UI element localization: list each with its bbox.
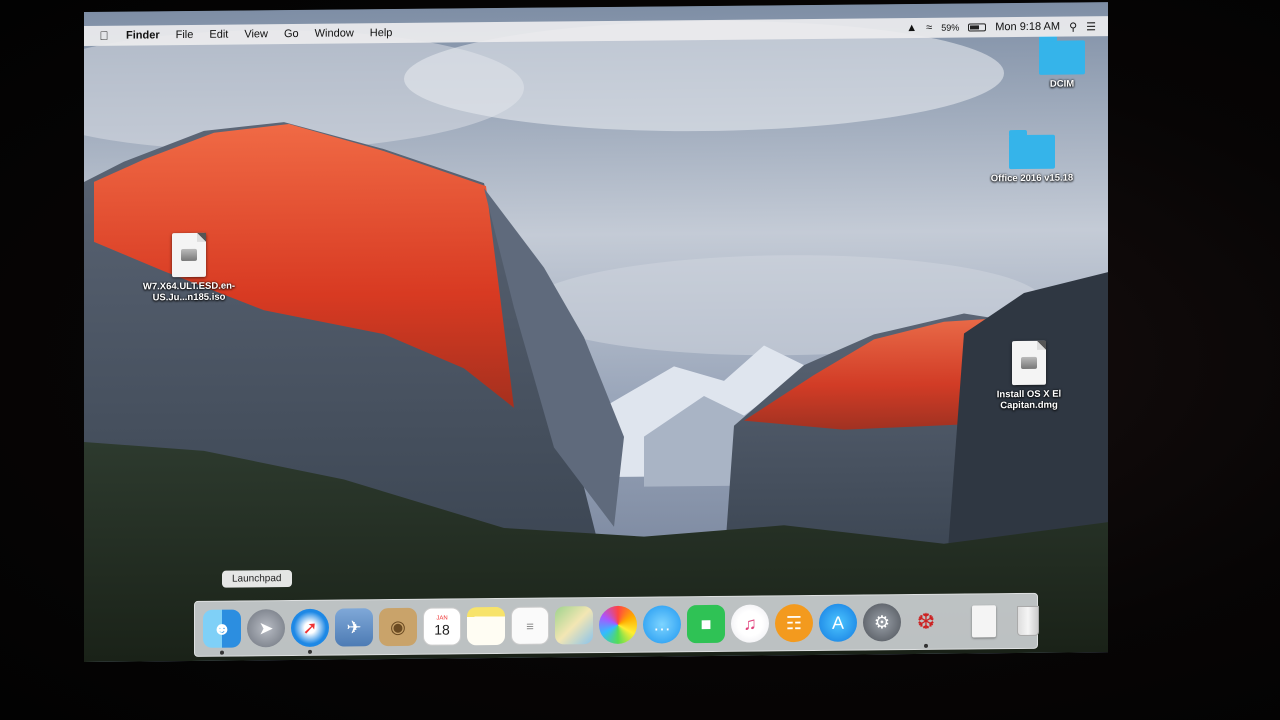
desktop-icon-office-2016[interactable]: Office 2016 v15.18 (977, 134, 1087, 184)
desktop-icon-install-el-capitan[interactable]: Install OS X El Capitan.dmg (974, 340, 1084, 411)
disk-image-icon (172, 232, 206, 278)
dock-tooltip: Launchpad (222, 570, 292, 588)
dock-safari-icon[interactable]: ➚ (291, 608, 329, 654)
menu-file[interactable]: File (168, 29, 202, 41)
dock-ibooks-icon[interactable]: ☶ (775, 604, 813, 643)
desktop-icon-label: DCIM (1049, 78, 1075, 90)
desktop-icon-label: Install OS X El Capitan.dmg (996, 388, 1062, 412)
folder-icon (1039, 40, 1085, 75)
calendar-day: 18 (434, 621, 450, 638)
dock-messages-icon[interactable]: … (643, 605, 681, 644)
dock-flash-installer-icon[interactable]: ❆ (907, 603, 945, 648)
dock-trash-icon[interactable] (1009, 602, 1047, 640)
wifi-icon[interactable]: ≈ (926, 22, 932, 34)
running-indicator (308, 649, 312, 654)
desktop-icon-dcim[interactable]: DCIM (1007, 40, 1108, 90)
dock-photo-browser-icon[interactable]: ✈ (335, 608, 373, 647)
desktop-icon-label: Office 2016 v15.18 (990, 172, 1074, 185)
menu-help[interactable]: Help (362, 27, 401, 39)
dock-photos-icon[interactable] (599, 605, 637, 645)
menu-edit[interactable]: Edit (201, 29, 236, 41)
airplay-icon[interactable]: ▲ (906, 22, 917, 34)
menu-app-finder[interactable]: Finder (118, 29, 168, 41)
running-indicator (924, 643, 928, 648)
menu-go[interactable]: Go (276, 28, 307, 40)
battery-percent: 59% (941, 22, 960, 33)
dock-itunes-icon[interactable]: ♫ (731, 604, 769, 643)
battery-icon[interactable] (968, 23, 987, 32)
dock-documents-icon[interactable] (965, 602, 1003, 640)
dock-finder-icon[interactable]: ☻ (203, 609, 241, 655)
apple-icon[interactable]:  (90, 29, 118, 43)
desktop-screen:  Finder File Edit View Go Window Help ▲… (84, 2, 1108, 663)
desktop-icon-windows-iso[interactable]: W7.X64.ULT.ESD.en-US.Ju...n185.iso (134, 232, 244, 303)
disk-image-icon (1012, 340, 1046, 386)
notification-center-icon[interactable]: ☰ (1086, 20, 1096, 33)
dock-facetime-icon[interactable]: ■ (687, 604, 725, 644)
dock-maps-icon[interactable] (555, 606, 593, 645)
dock-calendar-icon[interactable]: JAN 18 (423, 607, 461, 646)
desktop-icon-label: W7.X64.ULT.ESD.en-US.Ju...n185.iso (142, 280, 236, 304)
running-indicator (220, 650, 224, 655)
spotlight-search-icon[interactable]: ⚲ (1069, 20, 1077, 33)
menu-view[interactable]: View (236, 28, 276, 40)
folder-icon (1009, 134, 1055, 170)
desktop-wallpaper (84, 2, 1108, 662)
dock: ☻ ➤ ➚ ✈ ◉ JAN 18 ≡ … ■ ♫ ☶ A ⚙ ❆ (194, 592, 1039, 657)
dock-notes-icon[interactable] (467, 606, 505, 646)
dock-app-store-icon[interactable]: A (819, 603, 857, 642)
dock-launchpad-icon[interactable]: ➤ (247, 609, 285, 648)
dock-reminders-icon[interactable]: ≡ (511, 606, 549, 645)
menu-clock[interactable]: Mon 9:18 AM (995, 21, 1060, 34)
dock-system-preferences-icon[interactable]: ⚙ (863, 603, 901, 642)
dock-contacts-icon[interactable]: ◉ (379, 607, 417, 647)
menu-window[interactable]: Window (307, 27, 362, 40)
